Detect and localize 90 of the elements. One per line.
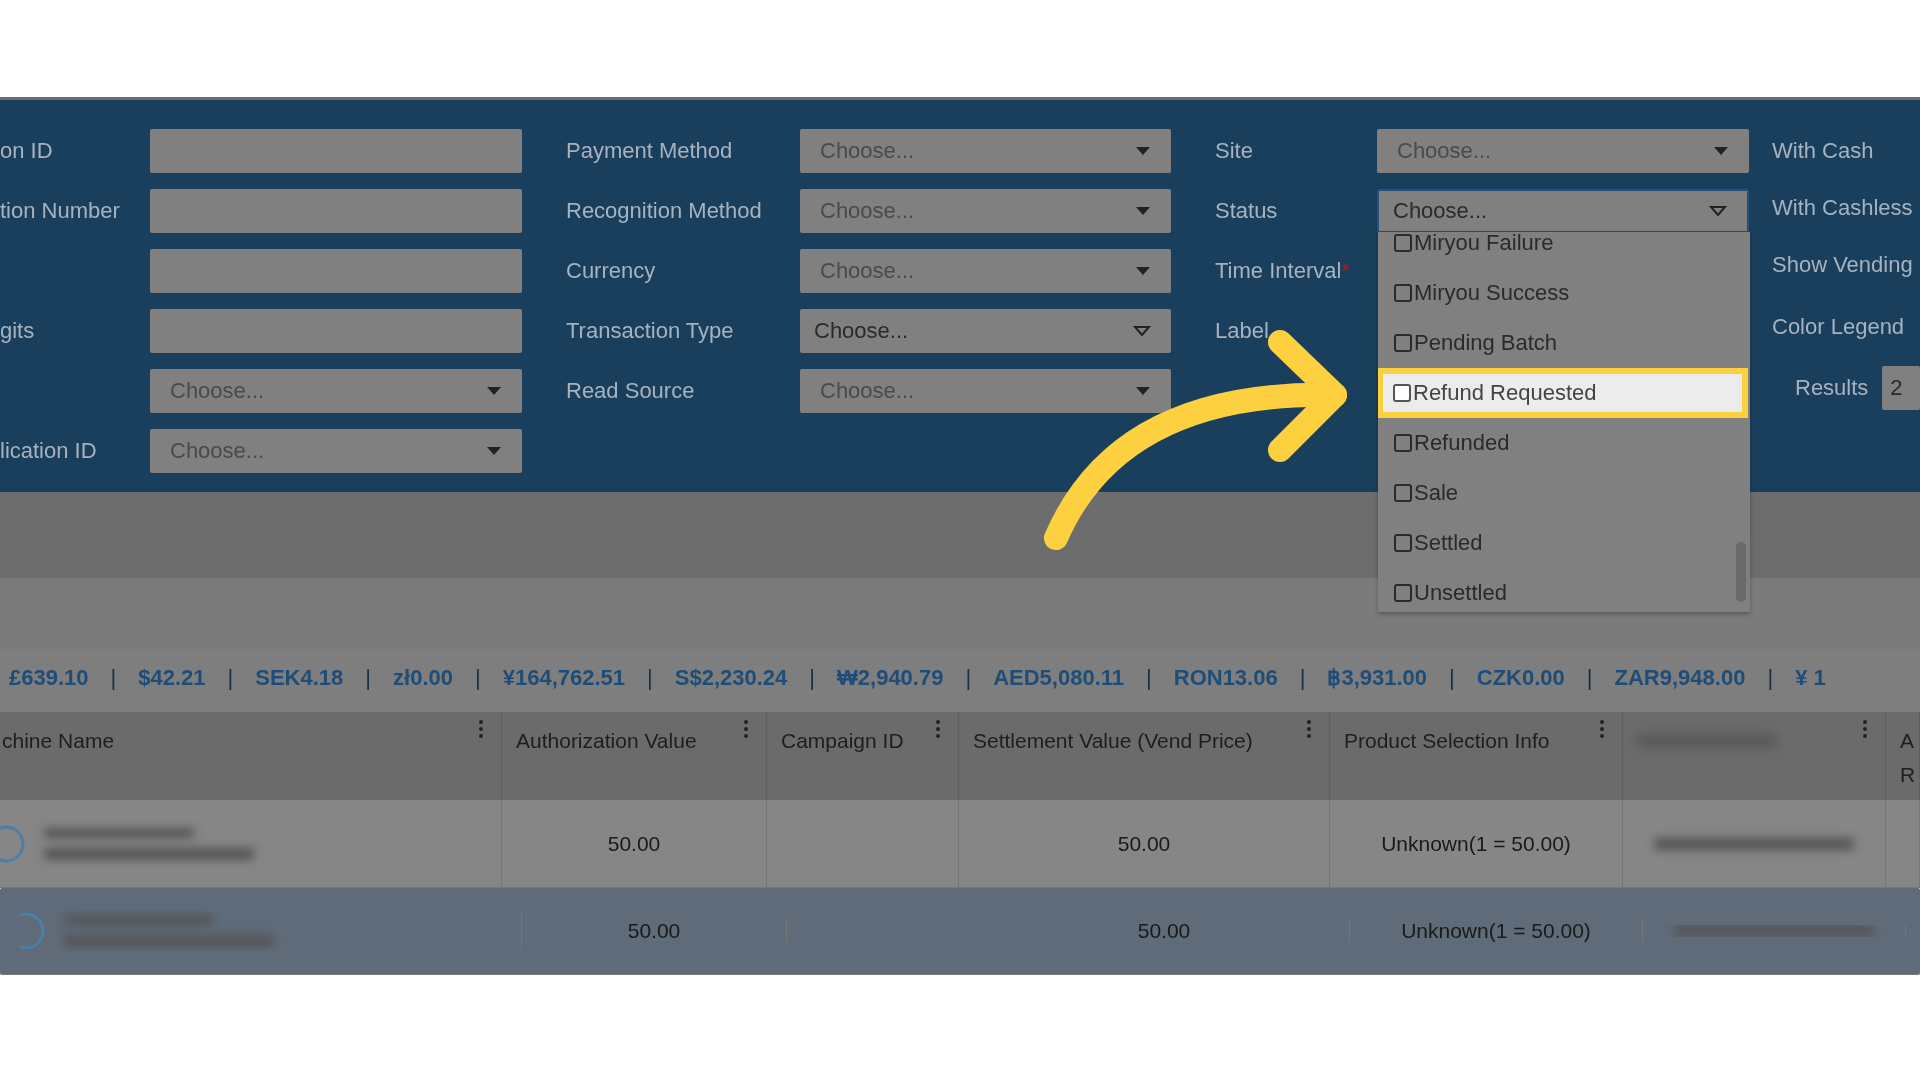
caret-icon (1135, 146, 1151, 156)
option-label: Show Vending (1772, 251, 1914, 279)
input-field[interactable] (150, 249, 522, 293)
currency-total: ฿3,931.00 (1327, 664, 1428, 691)
caret-icon (1713, 146, 1729, 156)
currency-total: RON13.06 (1173, 664, 1278, 691)
required-mark: * (1341, 258, 1350, 283)
caret-icon (1135, 266, 1151, 276)
table-row[interactable]: 50.00 50.00 Unknown(1 = 50.00) (0, 800, 1920, 888)
caret-icon (486, 386, 502, 396)
separator: | (647, 664, 653, 691)
menu-item[interactable]: Refund Requested (1378, 368, 1748, 418)
separator: | (1586, 664, 1593, 691)
separator: | (1299, 664, 1306, 691)
field-label: Currency (566, 258, 656, 283)
checkbox[interactable] (1394, 584, 1412, 602)
kebab-menu-icon[interactable] (1307, 720, 1311, 738)
menu-item[interactable]: Miryou Success (1378, 268, 1750, 318)
currency-total: zł0.00 (393, 664, 453, 691)
field-label: on ID (0, 138, 53, 163)
currency-total: S$2,230.24 (674, 664, 788, 691)
table-row[interactable]: 50.00 50.00 Unknown(1 = 50.00) (0, 888, 1920, 975)
currency-total: $42.21 (138, 664, 206, 691)
input-field[interactable] (150, 189, 522, 233)
currency-total: ¥ 1 (1795, 664, 1826, 691)
results-field[interactable]: 2 (1882, 366, 1920, 410)
results-label: Results (1795, 375, 1869, 401)
currency-total: £639.10 (9, 664, 89, 691)
field-label: Recognition Method (566, 198, 762, 223)
checkbox[interactable] (1394, 484, 1412, 502)
separator: | (365, 664, 372, 691)
kebab-menu-icon[interactable] (936, 720, 940, 738)
currency-total: CZK0.00 (1476, 664, 1565, 691)
checkbox[interactable] (1394, 234, 1412, 252)
kebab-menu-icon[interactable] (744, 720, 748, 738)
menu-item[interactable]: Sale (1378, 468, 1750, 518)
currency-total: AED5,080.11 (993, 664, 1125, 691)
table-cell: Unknown(1 = 50.00) (1401, 919, 1591, 943)
field-label: Payment Method (566, 138, 733, 163)
checkbox[interactable] (1394, 534, 1412, 552)
select-field[interactable]: Choose... (1377, 189, 1749, 233)
option-label: Color Legend (1772, 313, 1906, 341)
separator: | (227, 664, 234, 691)
field-label: tion Number (0, 198, 120, 223)
field-label: Read Source (566, 378, 695, 403)
currency-total: ₩2,940.79 (837, 664, 944, 691)
table-cell: 50.00 (627, 919, 681, 943)
kebab-menu-icon[interactable] (479, 720, 483, 738)
separator: | (1767, 664, 1774, 691)
field-label: Label (1215, 318, 1269, 343)
separator: | (1146, 664, 1152, 691)
option-label: With Cash (1772, 137, 1875, 165)
field-label: Site (1215, 138, 1253, 163)
table-cell: 50.00 (607, 831, 661, 856)
currency-total: SEK4.18 (255, 664, 344, 691)
caret-icon (1135, 386, 1151, 396)
checkbox[interactable] (1393, 384, 1411, 402)
separator: | (475, 664, 481, 691)
field-label: gits (0, 318, 35, 343)
menu-item[interactable]: Miryou Failure (1378, 232, 1750, 268)
menu-item[interactable]: Settled (1378, 518, 1750, 568)
field-label: Status (1215, 198, 1278, 223)
field-label: lication ID (0, 438, 97, 463)
option-label: With Cashless (1772, 194, 1914, 222)
separator: | (110, 664, 117, 691)
input-field[interactable] (150, 309, 522, 353)
kebab-menu-icon[interactable] (1863, 720, 1867, 738)
field-label: Time Interval* (1215, 258, 1350, 283)
field-label: Transaction Type (566, 318, 734, 343)
checkbox[interactable] (1394, 334, 1412, 352)
menu-item[interactable]: Pending Batch (1378, 318, 1750, 368)
currency-total: ZAR9,948.00 (1614, 664, 1746, 691)
table-cell: 50.00 (1117, 831, 1171, 856)
caret-icon (1133, 325, 1151, 337)
caret-icon (1135, 206, 1151, 216)
currency-total: ¥164,762.51 (502, 664, 626, 691)
table-cell: 50.00 (1137, 919, 1191, 943)
separator: | (809, 664, 816, 691)
caret-icon (486, 446, 502, 456)
select-field[interactable]: Choose... (800, 309, 1171, 353)
caret-icon (1709, 205, 1727, 217)
separator: | (1449, 664, 1455, 691)
menu-item[interactable]: Refunded (1378, 418, 1750, 468)
table-cell: Unknown(1 = 50.00) (1381, 831, 1571, 856)
kebab-menu-icon[interactable] (1600, 720, 1604, 738)
input-field[interactable] (150, 129, 522, 173)
separator: | (965, 664, 972, 691)
checkbox[interactable] (1394, 284, 1412, 302)
checkbox[interactable] (1394, 434, 1412, 452)
menu-item[interactable]: Unsettled (1378, 568, 1750, 612)
